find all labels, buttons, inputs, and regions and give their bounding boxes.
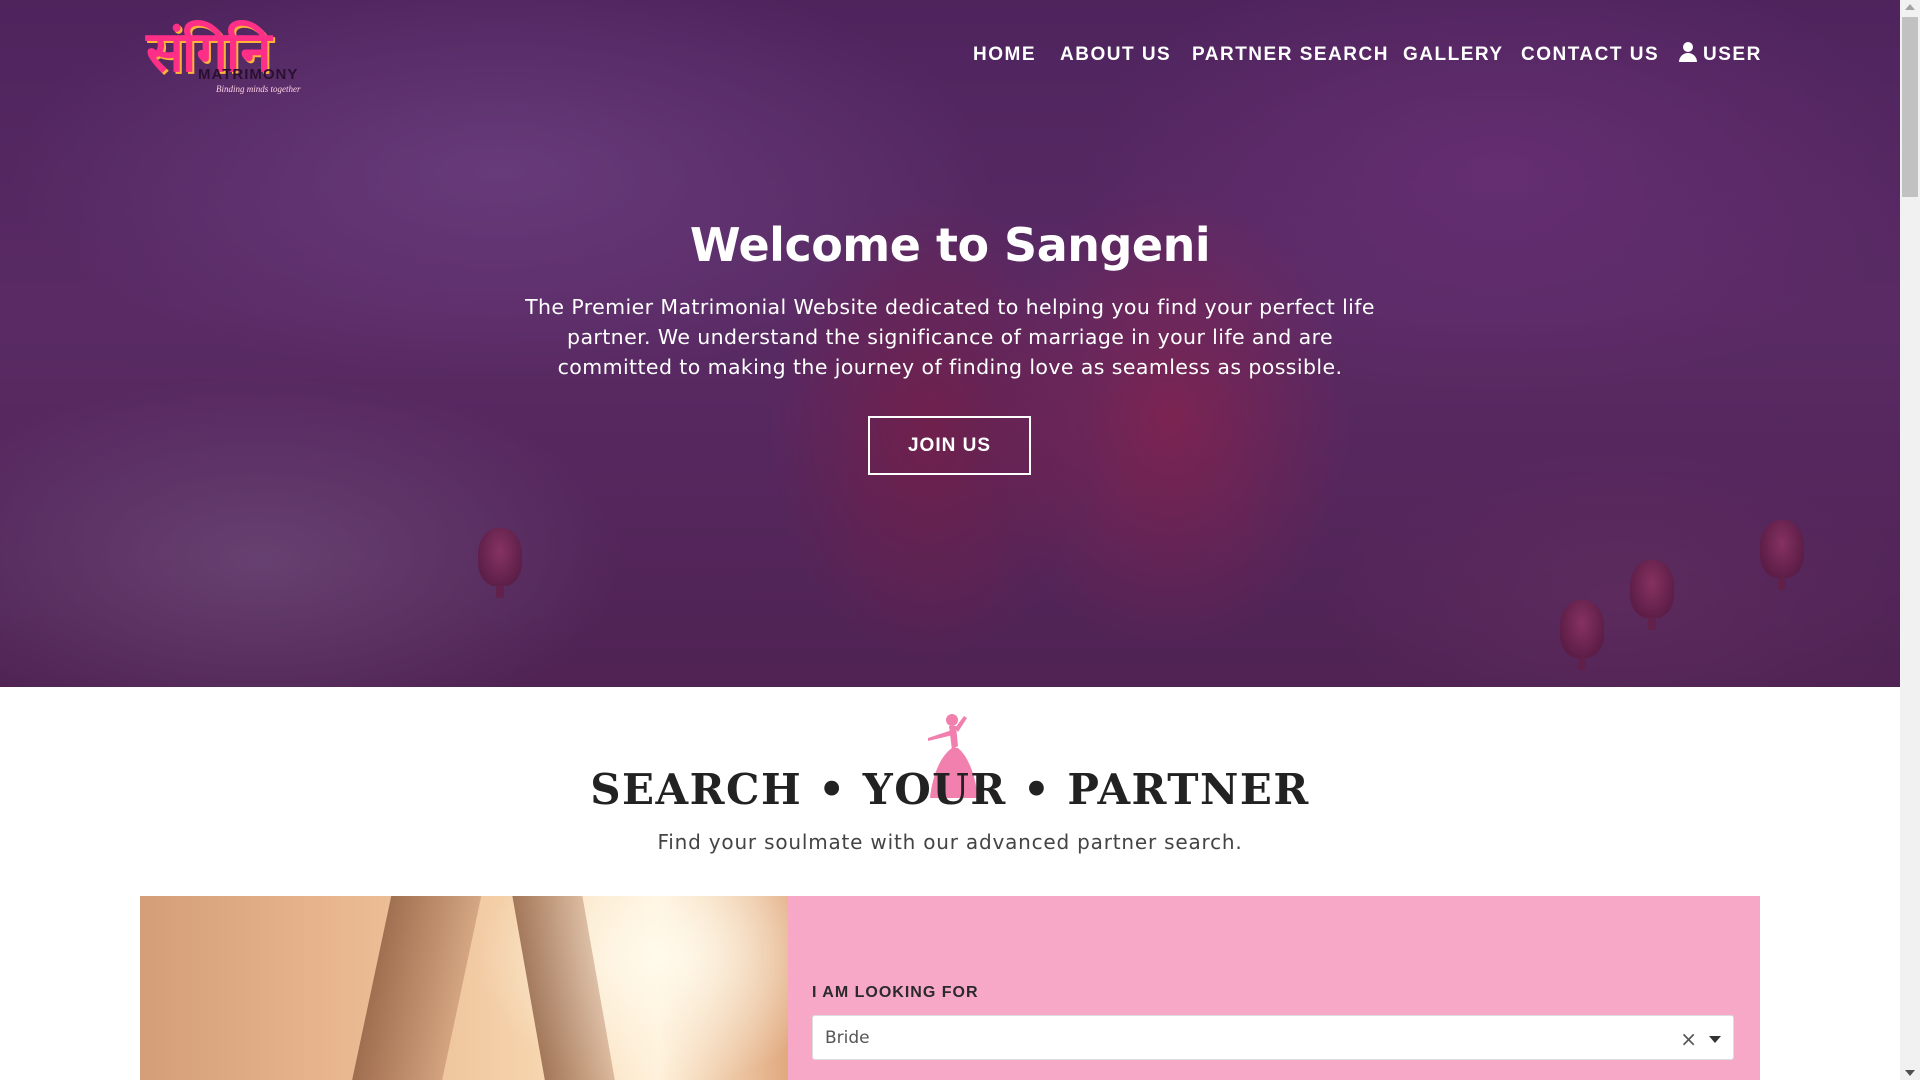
photo-shape	[510, 896, 620, 1080]
looking-for-select[interactable]: Bride ×	[812, 1015, 1734, 1060]
scroll-down-icon[interactable]	[1905, 1070, 1915, 1076]
logo-subtitle: MATRIMONY	[198, 66, 299, 83]
photo-shape	[346, 896, 484, 1080]
hero-banner: संगिनि MATRIMONY Binding minds together …	[0, 0, 1900, 687]
logo-tagline: Binding minds together	[216, 84, 301, 94]
hero-title: Welcome to Sangeni	[689, 218, 1211, 272]
nav-user-label: USER	[1703, 44, 1762, 65]
couple-photo	[140, 896, 788, 1080]
section-title: SEARCH • YOUR • PARTNER	[590, 765, 1310, 814]
scroll-thumb[interactable]	[1902, 17, 1918, 197]
hero-description: The Premier Matrimonial Website dedicate…	[525, 295, 1375, 379]
nav-user[interactable]: USER	[1679, 42, 1762, 68]
chevron-down-icon[interactable]	[1709, 1036, 1721, 1043]
clear-icon[interactable]: ×	[1680, 1028, 1697, 1050]
section-subtitle: Find your soulmate with our advanced par…	[657, 830, 1243, 854]
join-us-button[interactable]: JOIN US	[868, 416, 1031, 475]
nav-gallery[interactable]: GALLERY	[1403, 42, 1504, 68]
user-icon	[1679, 42, 1697, 62]
scroll-up-icon[interactable]	[1905, 4, 1915, 10]
looking-for-value: Bride	[825, 1028, 870, 1048]
nav-partner-search[interactable]: PARTNER SEARCH	[1192, 42, 1389, 68]
page-scrollbar[interactable]	[1900, 0, 1920, 1080]
nav-home[interactable]: HOME	[973, 42, 1036, 68]
site-logo[interactable]: संगिनि MATRIMONY Binding minds together	[146, 16, 322, 98]
nav-about-us[interactable]: ABOUT US	[1060, 42, 1171, 68]
nav-contact-us[interactable]: CONTACT US	[1521, 42, 1659, 68]
partner-search-form: I AM LOOKING FOR Bride ×	[788, 896, 1760, 1080]
looking-for-label: I AM LOOKING FOR	[812, 984, 979, 1001]
